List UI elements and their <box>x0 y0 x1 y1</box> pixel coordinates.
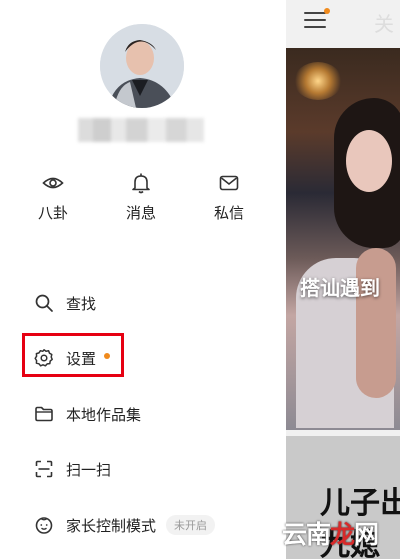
mail-icon <box>219 175 239 191</box>
top-tab-fragment[interactable]: 关 <box>374 8 394 37</box>
folder-icon <box>35 406 53 422</box>
menu-item-label: 扫一扫 <box>66 460 112 479</box>
menu-item-parental-control[interactable]: 家长控制模式 未开启 <box>34 510 216 540</box>
avatar[interactable] <box>100 24 184 108</box>
menu-item-search[interactable]: 查找 <box>34 288 96 318</box>
card-image-face <box>346 130 392 192</box>
card-caption: 搭讪遇到 <box>300 276 380 300</box>
quick-action-direct-messages[interactable]: 私信 <box>199 172 259 223</box>
menu-item-label: 查找 <box>66 294 97 313</box>
profile-photo <box>100 24 184 108</box>
scan-icon <box>35 460 53 478</box>
username-blurred <box>78 118 204 142</box>
notification-dot <box>324 8 330 14</box>
quick-action-label: 八卦 <box>37 204 68 222</box>
eye-icon <box>42 177 64 189</box>
feed-panel: 关 搭讪遇到 儿子出 九媳 <box>286 0 400 559</box>
watermark-text: 云南 <box>282 520 331 549</box>
bell-icon <box>132 173 150 194</box>
menu-item-scan[interactable]: 扫一扫 <box>34 454 111 484</box>
search-icon <box>35 294 53 312</box>
menu-item-local-works[interactable]: 本地作品集 <box>34 399 141 429</box>
street-light <box>294 62 342 100</box>
quick-action-label: 消息 <box>125 204 156 222</box>
card-image-arm <box>356 248 396 398</box>
side-drawer: 八卦 消息 私信 查找 设置 本地作品集 扫一扫 家长控制模式 未开启 <box>0 0 286 559</box>
status-badge: 未开启 <box>166 515 216 535</box>
watermark-text: 网 <box>354 520 379 549</box>
hamburger-menu-icon[interactable] <box>304 12 326 30</box>
quick-action-messages[interactable]: 消息 <box>111 172 171 223</box>
quick-action-label: 私信 <box>213 204 244 222</box>
menu-item-label: 家长控制模式 <box>66 516 157 535</box>
quick-action-gossip[interactable]: 八卦 <box>23 172 83 223</box>
watermark-text-accent: 龙 <box>330 520 355 549</box>
child-face-icon <box>35 517 53 534</box>
watermark: 云南龙网 <box>282 515 394 551</box>
menu-item-label: 本地作品集 <box>66 405 142 424</box>
feed-card[interactable]: 搭讪遇到 <box>286 48 400 466</box>
quick-actions-row: 八卦 消息 私信 <box>0 172 286 232</box>
settings-highlight-box <box>22 333 124 377</box>
